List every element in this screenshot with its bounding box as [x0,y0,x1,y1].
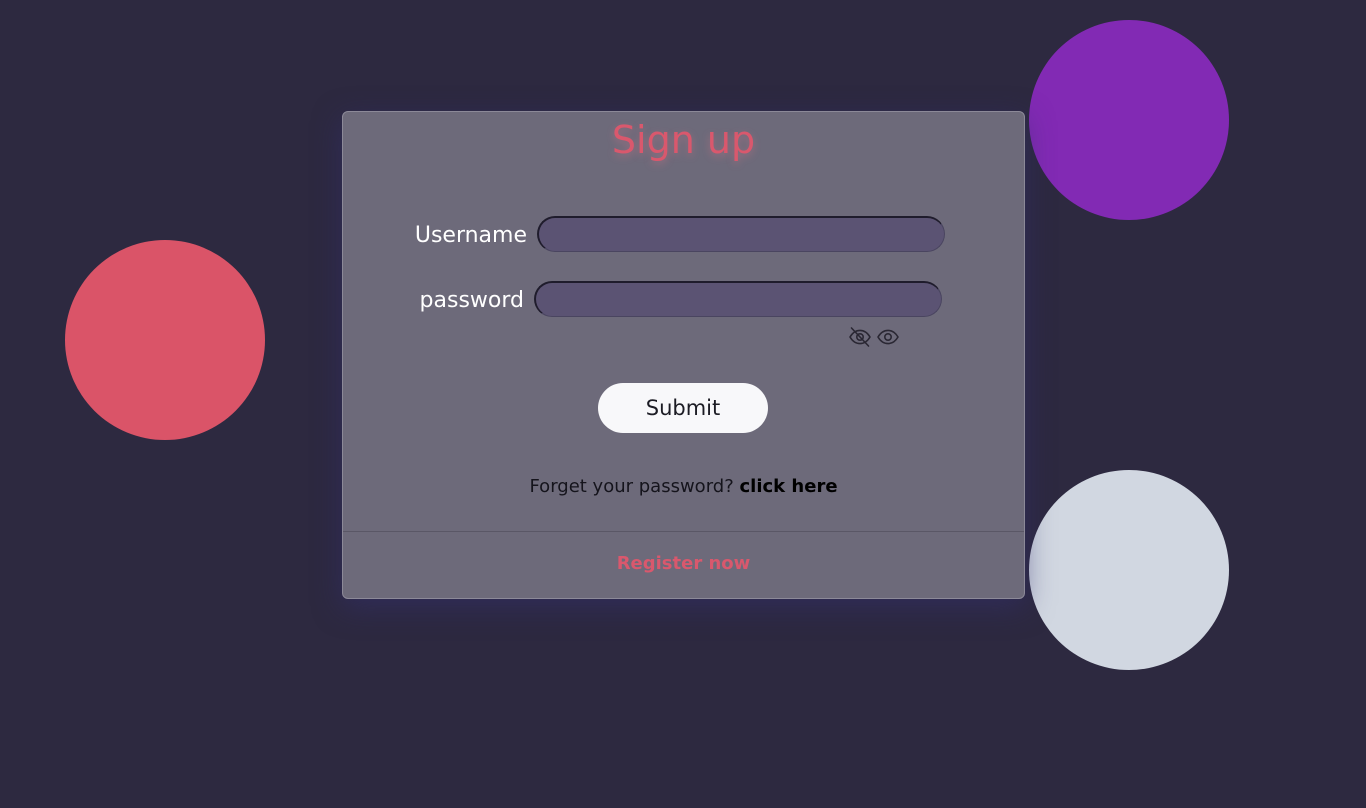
password-input[interactable] [534,281,942,317]
decorative-circle-pink [65,240,265,440]
decorative-circle-purple [1029,20,1229,220]
username-label: Username [414,223,527,248]
register-now-link[interactable]: Register now [343,552,1024,576]
username-input[interactable] [537,216,945,252]
password-label: password [419,288,524,313]
divider [343,531,1024,532]
forgot-password-text: Forget your password? [529,476,734,497]
submit-button[interactable]: Submit [598,383,768,433]
forgot-password-row: Forget your password? click here [343,475,1024,499]
eye-slash-icon[interactable] [848,325,872,349]
signup-card: Sign up Username password Submit Forget … [342,111,1025,599]
page-title: Sign up [611,118,756,162]
decorative-circle-light [1029,470,1229,670]
forgot-password-link[interactable]: click here [740,476,838,497]
eye-icon[interactable] [876,325,900,349]
